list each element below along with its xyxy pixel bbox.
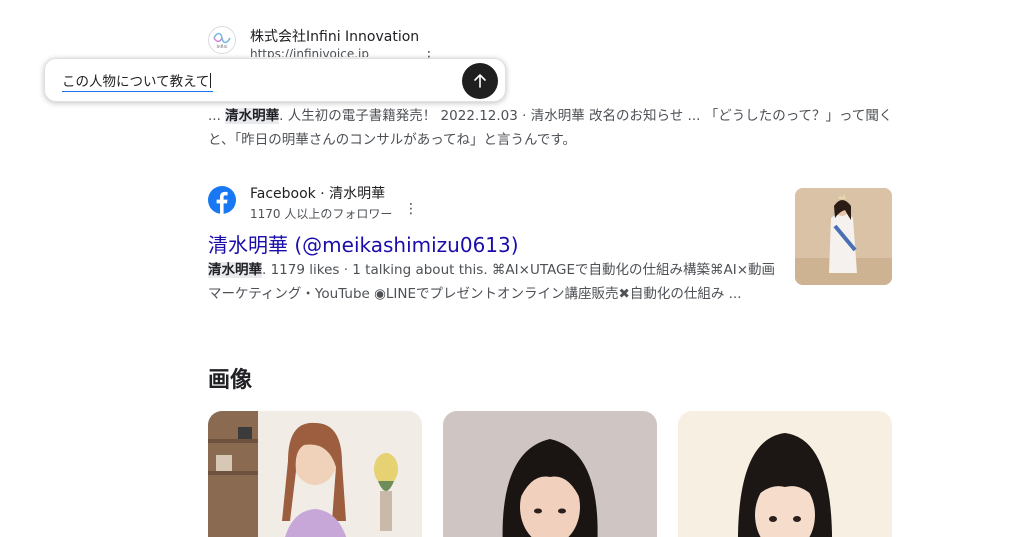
snippet-prefix: ... xyxy=(208,108,226,124)
result-site-name: 株式会社Infini Innovation xyxy=(250,29,420,45)
follower-count: 1170 人以上のフォロワー xyxy=(250,207,393,221)
result-snippet: ... 清水明華. 人生初の電子書籍発売！ 2022.12.03 · 清水明華 … xyxy=(208,104,898,152)
prompt-input[interactable]: この人物について教えて xyxy=(62,73,214,92)
snippet-text: . 1179 likes · 1 talking about this. ⌘AI… xyxy=(208,262,776,302)
send-button[interactable] xyxy=(462,63,498,99)
images-section-heading: 画像 xyxy=(208,368,253,393)
result-source: Facebook · 清水明華 xyxy=(250,186,386,202)
facebook-icon xyxy=(208,186,236,214)
svg-text:Infini: Infini xyxy=(216,44,227,50)
result-title-link[interactable]: 清水明華 (@meikashimizu0613) xyxy=(208,229,519,258)
image-result-1[interactable] xyxy=(208,411,422,537)
result-thumbnail[interactable] xyxy=(795,188,892,285)
snippet-text: . 人生初の電子書籍発売！ 2022.12.03 · 清水明華 改名のお知らせ … xyxy=(208,108,893,148)
ask-about-image-prompt[interactable]: この人物について教えて xyxy=(44,58,506,102)
image-result-3[interactable] xyxy=(678,411,892,537)
result-snippet: 清水明華. 1179 likes · 1 talking about this.… xyxy=(208,258,778,306)
arrow-up-icon xyxy=(474,74,486,88)
search-result-infini[interactable]: Infini 株式会社Infini Innovation https://inf… xyxy=(208,26,898,64)
prompt-input-text: この人物について教えて xyxy=(62,74,210,90)
infini-logo-icon: Infini xyxy=(208,26,236,54)
snippet-highlight: 清水明華 xyxy=(208,262,262,278)
image-result-2[interactable] xyxy=(443,411,657,537)
result-source-row[interactable]: Infini 株式会社Infini Innovation https://inf… xyxy=(208,26,898,57)
more-vert-icon[interactable]: ⋮ xyxy=(404,202,418,216)
text-caret xyxy=(210,73,212,88)
snippet-highlight: 清水明華 xyxy=(225,108,280,124)
result-site-url: https://infinivoice.jp xyxy=(250,48,369,57)
